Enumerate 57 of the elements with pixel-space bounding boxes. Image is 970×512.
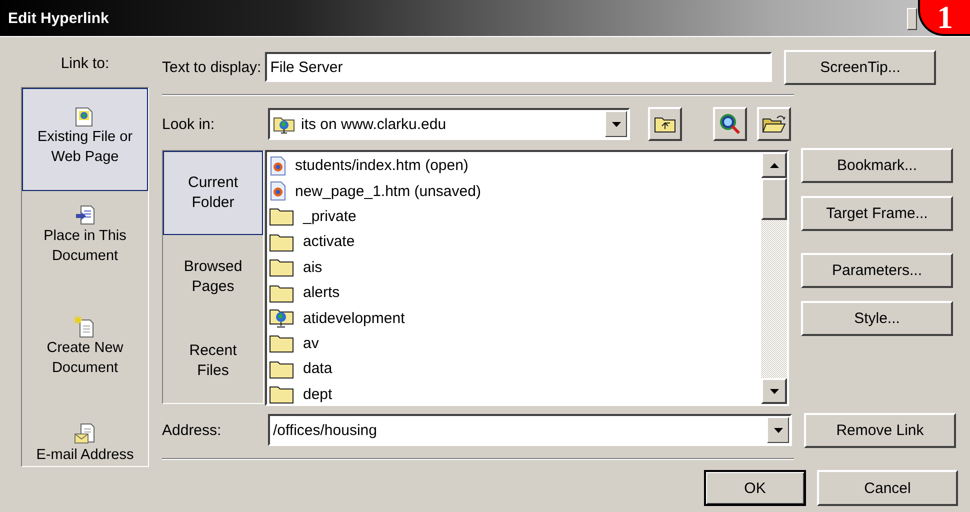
- link-type-item[interactable]: Existing File or Web Page: [22, 88, 148, 192]
- link-type-item[interactable]: Create New Document: [22, 286, 148, 386]
- file-name[interactable]: ais: [303, 258, 322, 276]
- link-type-item[interactable]: E-mail Address: [22, 386, 148, 466]
- web-page-icon: [269, 156, 287, 176]
- look-in-dropdown[interactable]: its on www.clarku.edu: [268, 108, 630, 140]
- side-button[interactable]: Target Frame...: [801, 196, 953, 231]
- browse-tab[interactable]: Browsed Pages: [163, 235, 263, 319]
- folder-icon: [269, 206, 295, 226]
- document-arrow-icon: [74, 204, 96, 226]
- file-name[interactable]: activate: [303, 233, 355, 250]
- up-folder-icon: [654, 115, 676, 133]
- side-button[interactable]: Bookmark...: [801, 148, 953, 183]
- open-folder-button[interactable]: [757, 107, 791, 141]
- file-name[interactable]: atidevelopment: [303, 310, 405, 327]
- folder-icon: [269, 232, 295, 252]
- scrollbar[interactable]: [761, 152, 787, 404]
- text-to-display-field[interactable]: File Server: [265, 52, 772, 82]
- dialog-button[interactable]: OK: [704, 470, 806, 506]
- new-document-icon: [74, 316, 96, 338]
- browse-tab[interactable]: Recent Files: [163, 319, 263, 403]
- dialog-button[interactable]: Cancel: [817, 470, 958, 506]
- globe-search-icon: [718, 112, 742, 136]
- file-name[interactable]: alerts: [303, 284, 340, 302]
- web-search-button[interactable]: [713, 107, 747, 141]
- screentip-button[interactable]: ScreenTip...: [784, 50, 936, 84]
- up-folder-button[interactable]: [648, 107, 682, 141]
- folder-icon: [269, 257, 295, 278]
- open-folder-icon: [762, 114, 786, 134]
- annotation-badge: 1: [918, 0, 970, 36]
- remove-link-button[interactable]: Remove Link: [804, 412, 956, 448]
- file-name[interactable]: data: [303, 360, 332, 378]
- file-name[interactable]: _private: [303, 208, 356, 225]
- text-to-display-label: Text to display:: [162, 58, 262, 76]
- link-type-item[interactable]: Place in This Document: [22, 191, 148, 287]
- file-name[interactable]: students/index.htm (open): [295, 157, 468, 174]
- side-button[interactable]: Parameters...: [801, 253, 953, 288]
- look-in-label: Look in:: [162, 116, 216, 132]
- address-label: Address:: [162, 422, 222, 438]
- folder-icon: [269, 282, 295, 303]
- email-document-icon: [74, 423, 96, 445]
- folder-icon: [269, 333, 295, 354]
- folder-icon: [269, 358, 295, 379]
- folder-icon: [269, 384, 295, 404]
- file-name[interactable]: dept: [303, 386, 332, 403]
- link-to-label: Link to:: [60, 55, 110, 74]
- web-page-icon: [75, 105, 95, 127]
- window-title: Edit Hyperlink: [7, 10, 109, 26]
- web-page-icon: [269, 181, 287, 202]
- scroll-thumb[interactable]: [761, 178, 787, 220]
- file-name[interactable]: new_page_1.htm (unsaved): [295, 182, 481, 200]
- file-name[interactable]: av: [303, 334, 319, 352]
- help-button[interactable]: [907, 8, 917, 30]
- browse-tab[interactable]: Current Folder: [163, 151, 263, 235]
- side-button[interactable]: Style...: [801, 301, 953, 336]
- address-field[interactable]: /offices/housing: [268, 414, 792, 446]
- web-folder-icon: [269, 307, 295, 330]
